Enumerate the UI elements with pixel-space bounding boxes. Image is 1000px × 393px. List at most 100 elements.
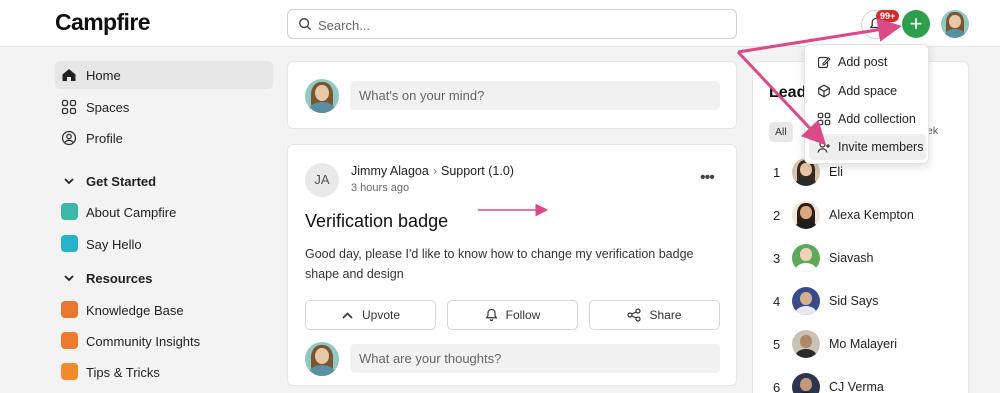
say-hello-icon <box>61 235 78 252</box>
leaderboard-name: Eli <box>829 165 843 179</box>
chevron-down-icon <box>64 178 74 185</box>
leaderboard-rank: 1 <box>773 165 781 180</box>
leaderboard-rank: 5 <box>773 337 781 352</box>
menu-item-add-post[interactable]: Add post <box>809 49 926 75</box>
follow-button[interactable]: Follow <box>447 300 578 330</box>
edit-icon <box>817 56 831 69</box>
leaderboard-name: Sid Says <box>829 294 879 308</box>
composer-input[interactable]: What's on your mind? <box>350 81 720 110</box>
top-bar: Campfire Search... 99+ + <box>0 0 1000 47</box>
author-name[interactable]: Jimmy Alagoa <box>351 164 429 178</box>
menu-item-label: Add collection <box>838 112 916 126</box>
reply-avatar <box>305 342 339 376</box>
leaderboard-row[interactable]: 3 Siavash <box>753 239 970 279</box>
share-label: Share <box>649 308 682 322</box>
section-toggle-get-started[interactable]: Get Started <box>55 167 273 195</box>
grid-icon <box>61 99 77 115</box>
sidebar-item-label: Spaces <box>86 100 130 115</box>
star-icon <box>61 363 78 380</box>
leaderboard-rank: 2 <box>773 208 781 223</box>
chevron-down-icon <box>64 275 74 282</box>
user-avatar[interactable] <box>941 10 969 38</box>
post-card: JA Jimmy Alagoa › Support (1.0) 3 hours ag… <box>287 144 737 386</box>
chevron-right-icon: › <box>432 164 437 178</box>
sidebar-item-tips-tricks[interactable]: Tips & Tricks <box>55 358 273 386</box>
create-button[interactable]: + <box>902 10 930 38</box>
leaderboard-name: Alexa Kempton <box>829 208 914 222</box>
search-placeholder: Search... <box>318 18 371 33</box>
leaderboard-row[interactable]: 6 CJ Verma <box>753 368 970 393</box>
share-icon <box>627 308 642 322</box>
filter-all-tab[interactable]: All <box>769 122 793 142</box>
section-heading: Resources <box>86 271 153 286</box>
lightbulb-icon <box>61 332 78 349</box>
sidebar-item-label: Say Hello <box>86 237 142 252</box>
leaderboard-rank: 6 <box>773 380 781 393</box>
leaderboard-row[interactable]: 2 Alexa Kempton <box>753 196 970 236</box>
cube-icon <box>818 84 830 98</box>
upvote-button[interactable]: Upvote <box>305 300 436 330</box>
sidebar-item-label: About Campfire <box>86 205 177 220</box>
sidebar-item-label: Tips & Tricks <box>86 365 160 380</box>
add-user-icon <box>817 141 830 153</box>
avatar <box>792 201 820 229</box>
sidebar-item-label: Profile <box>86 131 123 146</box>
search-input[interactable]: Search... <box>287 9 737 39</box>
home-icon <box>62 69 76 81</box>
leaderboard-rank: 4 <box>773 294 781 309</box>
search-icon <box>299 18 312 31</box>
avatar <box>792 330 820 358</box>
bell-icon <box>485 308 498 322</box>
menu-item-add-space[interactable]: Add space <box>809 78 926 104</box>
composer-avatar <box>305 79 339 113</box>
book-icon <box>61 301 78 318</box>
menu-item-label: Add space <box>838 84 898 98</box>
space-link[interactable]: Support (1.0) <box>441 164 514 178</box>
avatar <box>792 287 820 315</box>
leaderboard-name: Mo Malayeri <box>829 337 898 351</box>
chevron-up-icon <box>342 312 353 319</box>
about-campfire-icon <box>61 203 78 220</box>
post-meta: Jimmy Alagoa › Support (1.0) <box>351 164 514 178</box>
sidebar-item-label: Community Insights <box>86 334 201 349</box>
author-avatar[interactable]: JA <box>305 163 339 197</box>
avatar <box>792 373 820 393</box>
sidebar-item-label: Home <box>86 68 121 83</box>
share-button[interactable]: Share <box>589 300 720 330</box>
post-title[interactable]: Verification badge <box>305 211 448 232</box>
leaderboard-name: CJ Verma <box>829 380 884 393</box>
notification-count-badge: 99+ <box>876 10 900 22</box>
leaderboard-row[interactable]: 4 Sid Says <box>753 282 970 322</box>
more-options-icon[interactable]: ••• <box>700 169 715 187</box>
sidebar-item-spaces[interactable]: Spaces <box>55 93 273 121</box>
grid-icon <box>817 112 831 126</box>
section-toggle-resources[interactable]: Resources <box>55 264 273 292</box>
sidebar-item-community-insights[interactable]: Community Insights <box>55 327 273 355</box>
sidebar-item-knowledge-base[interactable]: Knowledge Base <box>55 296 273 324</box>
leaderboard-row[interactable]: 5 Mo Malayeri <box>753 325 970 365</box>
leaderboard-title: Lead <box>769 84 807 101</box>
plus-icon: + <box>909 11 923 36</box>
sidebar-item-profile[interactable]: Profile <box>55 124 273 152</box>
campfire-logo[interactable]: Campfire <box>55 9 151 36</box>
reply-input[interactable]: What are your thoughts? <box>350 344 720 373</box>
post-body: Good day, please I'd like to know how to… <box>305 247 694 281</box>
sidebar-item-label: Knowledge Base <box>86 303 184 318</box>
create-menu: Add post Add space Add collection Invite… <box>804 44 929 164</box>
menu-item-label: Add post <box>838 55 888 69</box>
section-heading: Get Started <box>86 174 157 189</box>
leaderboard-name: Siavash <box>829 251 874 265</box>
sidebar-item-say-hello[interactable]: Say Hello <box>55 230 273 258</box>
upvote-label: Upvote <box>361 308 401 322</box>
sidebar-item-home[interactable]: Home <box>55 61 273 89</box>
post-timestamp: 3 hours ago <box>351 182 410 194</box>
sidebar-item-about-campfire[interactable]: About Campfire <box>55 198 273 226</box>
post-composer: What's on your mind? <box>287 61 737 129</box>
avatar <box>792 244 820 272</box>
leaderboard-rank: 3 <box>773 251 781 266</box>
menu-item-add-collection[interactable]: Add collection <box>809 106 926 132</box>
menu-item-label: Invite members <box>838 140 924 154</box>
profile-icon <box>61 130 77 146</box>
follow-label: Follow <box>505 308 541 322</box>
menu-item-invite-members[interactable]: Invite members <box>809 134 926 160</box>
